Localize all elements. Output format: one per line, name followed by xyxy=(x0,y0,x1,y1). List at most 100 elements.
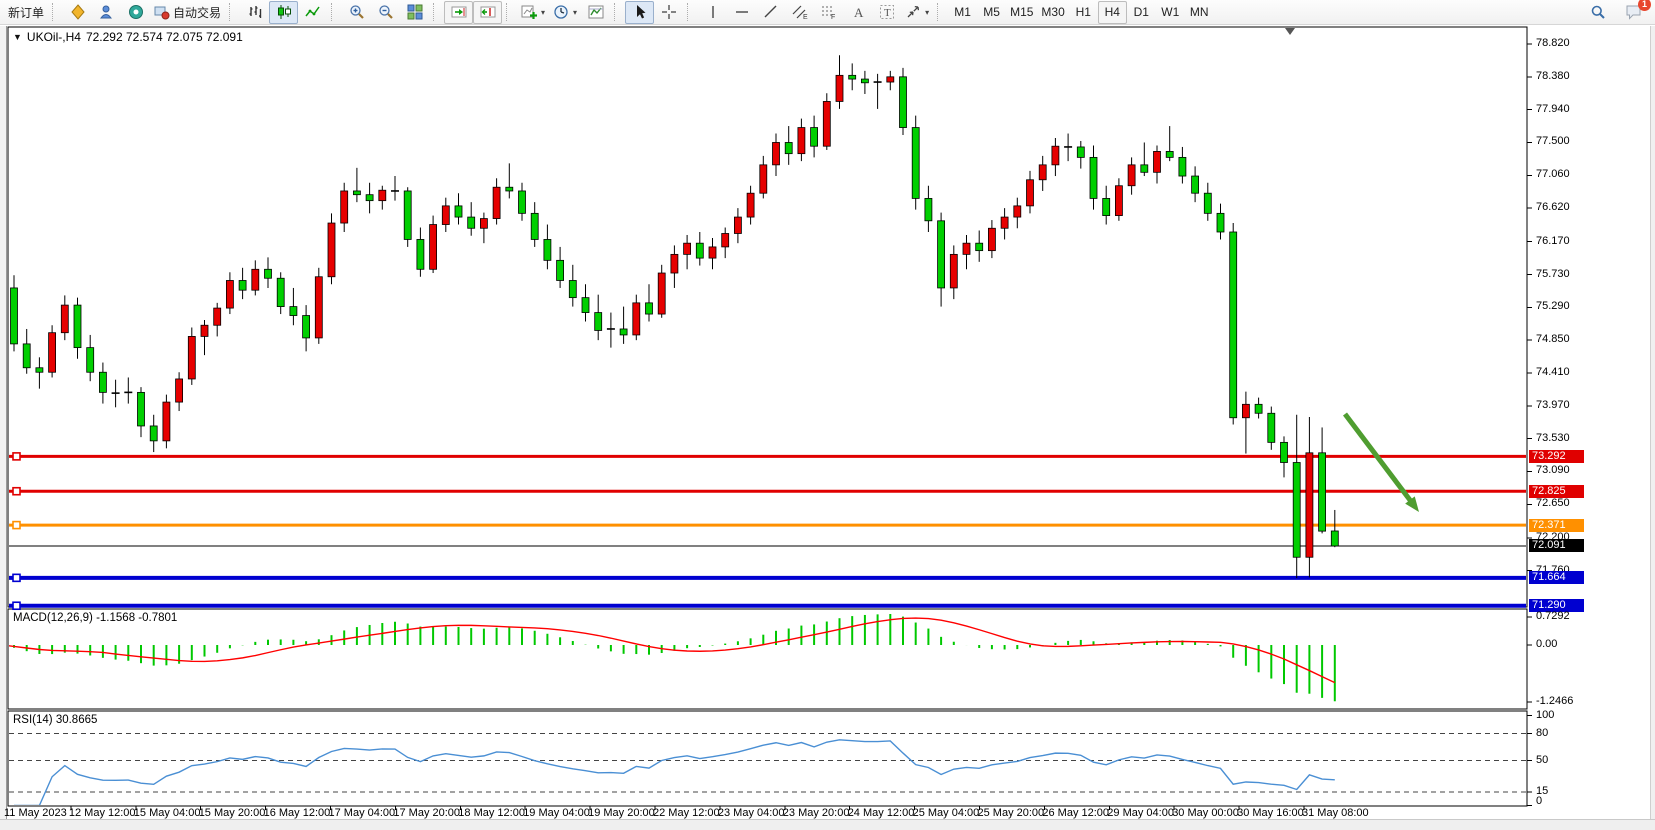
new-order-button[interactable]: 新订单 xyxy=(4,1,48,24)
arrows-icon xyxy=(905,4,921,20)
trendline-button[interactable] xyxy=(756,1,785,24)
community-button[interactable] xyxy=(121,1,150,24)
notifications-button[interactable]: 1 xyxy=(1618,1,1647,24)
price-line-badge: 71.664 xyxy=(1529,571,1584,584)
hline-handle[interactable] xyxy=(13,453,20,460)
axis-tick-label: 50 xyxy=(1536,755,1548,766)
tf-m15-button[interactable]: M15 xyxy=(1006,1,1037,24)
hline-handle[interactable] xyxy=(13,488,20,495)
autoscroll-icon xyxy=(451,4,467,20)
mt4-window: 新订单 自动交易 ▾ ▾ EFAT ▾ M1M5M15M30H1H4 D1 W1 MN 1 ▼ UK… xyxy=(0,0,1655,830)
tf-h1-button[interactable]: H1 xyxy=(1069,1,1098,24)
candle-chart-button[interactable] xyxy=(269,1,298,24)
time-axis-label: 30 May 00:00 xyxy=(1172,808,1239,819)
axis-tick-label: 74.850 xyxy=(1536,334,1570,345)
autotrade-button[interactable]: 自动交易 xyxy=(150,1,225,24)
time-axis-label: 17 May 20:00 xyxy=(393,808,460,819)
channel-icon: E xyxy=(792,4,808,20)
tf-d1-button-label: D1 xyxy=(1134,5,1149,19)
toolbar-separator xyxy=(506,3,514,21)
hline-handle[interactable] xyxy=(13,522,20,529)
rsi-label: RSI(14) 30.8665 xyxy=(13,714,97,726)
hline-handle[interactable] xyxy=(13,602,20,609)
vline-button[interactable] xyxy=(698,1,727,24)
time-axis-label: 19 May 20:00 xyxy=(588,808,655,819)
axis-tick-label: 77.060 xyxy=(1536,169,1570,180)
fibonacci-button[interactable]: F xyxy=(814,1,843,24)
axis-tick-label: 0.7292 xyxy=(1536,611,1570,622)
dropdown-caret-icon[interactable]: ▾ xyxy=(573,8,577,17)
dropdown-caret-icon[interactable]: ▾ xyxy=(541,8,545,17)
chart-shift-marker[interactable] xyxy=(1285,28,1295,35)
axis-tick-label: 77.940 xyxy=(1536,104,1570,115)
price-line-badge: 73.292 xyxy=(1529,450,1584,463)
time-axis-label: 11 May 2023 xyxy=(4,808,67,819)
clock-icon xyxy=(553,4,569,20)
axis-tick-label: 75.290 xyxy=(1536,301,1570,312)
arrows-button[interactable]: ▾ xyxy=(901,1,933,24)
zoom-in-button[interactable] xyxy=(342,1,371,24)
search-button[interactable] xyxy=(1583,1,1612,24)
signals-icon xyxy=(99,4,115,20)
axis-tick-label: 73.530 xyxy=(1536,433,1570,444)
tf-w1-button-label: W1 xyxy=(1161,5,1179,19)
notification-badge: 1 xyxy=(1638,0,1651,11)
auto-scroll-button[interactable] xyxy=(444,1,473,24)
bars-icon xyxy=(247,4,263,20)
rsi-line xyxy=(14,740,1335,806)
axis-tick-label: 100 xyxy=(1536,710,1554,721)
textA-icon: A xyxy=(850,4,866,20)
time-axis-label: 24 May 12:00 xyxy=(848,808,915,819)
hline-handle[interactable] xyxy=(13,574,20,581)
time-axis-label: 12 May 12:00 xyxy=(69,808,136,819)
tf-m5-button[interactable]: M5 xyxy=(977,1,1006,24)
chart-shift-button[interactable] xyxy=(473,1,502,24)
tf-m1-button[interactable]: M1 xyxy=(948,1,977,24)
time-axis-label: 18 May 12:00 xyxy=(458,808,525,819)
hline-button[interactable] xyxy=(727,1,756,24)
signals-button[interactable] xyxy=(92,1,121,24)
chart-title: ▼ UKOil-,H4 72.292 72.574 72.075 72.091 xyxy=(13,30,243,44)
macd-signal-line xyxy=(1,618,1335,683)
window-right-border xyxy=(1650,26,1655,820)
svg-text:E: E xyxy=(803,14,808,20)
line-chart-button[interactable] xyxy=(298,1,327,24)
new-chart-button[interactable]: ▾ xyxy=(517,1,549,24)
toolbar-separator xyxy=(937,3,945,21)
profiles-button[interactable] xyxy=(581,1,610,24)
tf-h4-button[interactable]: H4 xyxy=(1098,1,1127,24)
time-axis-label: 16 May 12:00 xyxy=(264,808,331,819)
zoom-out-button[interactable] xyxy=(371,1,400,24)
symbol-dropdown-icon[interactable]: ▼ xyxy=(13,32,22,42)
time-axis-label: 15 May 20:00 xyxy=(199,808,266,819)
chart-window[interactable]: ▼ UKOil-,H4 72.292 72.574 72.075 72.091 … xyxy=(0,26,1655,820)
axis-tick-label: 0 xyxy=(1536,796,1542,807)
cursor-button[interactable] xyxy=(625,1,654,24)
tf-mn-button[interactable]: MN xyxy=(1185,1,1214,24)
price-chart[interactable] xyxy=(0,26,1655,820)
crosshair-icon xyxy=(661,4,677,20)
label-button[interactable]: T xyxy=(872,1,901,24)
tf-m30-button[interactable]: M30 xyxy=(1037,1,1068,24)
periods-button[interactable]: ▾ xyxy=(549,1,581,24)
template-icon xyxy=(588,4,604,20)
macd-label: MACD(12,26,9) -1.1568 -0.7801 xyxy=(13,612,177,624)
tf-w1-button[interactable]: W1 xyxy=(1156,1,1185,24)
svg-text:A: A xyxy=(854,5,864,20)
channel-button[interactable]: E xyxy=(785,1,814,24)
tf-d1-button[interactable]: D1 xyxy=(1127,1,1156,24)
dropdown-caret-icon[interactable]: ▾ xyxy=(925,8,929,17)
axis-tick-label: 73.970 xyxy=(1536,400,1570,411)
text-button[interactable]: A xyxy=(843,1,872,24)
axis-tick-label: 76.170 xyxy=(1536,236,1570,247)
metaquotes-button[interactable] xyxy=(63,1,92,24)
trend-arrow[interactable] xyxy=(1345,414,1419,512)
crosshair-button[interactable] xyxy=(654,1,683,24)
price-line-badge: 72.825 xyxy=(1529,485,1584,498)
axis-tick-label: 78.820 xyxy=(1536,38,1570,49)
tile-windows-button[interactable] xyxy=(400,1,429,24)
zoom-in-icon xyxy=(349,4,365,20)
bar-chart-button[interactable] xyxy=(240,1,269,24)
toolbar-separator xyxy=(52,3,60,21)
candles-icon xyxy=(276,4,292,20)
